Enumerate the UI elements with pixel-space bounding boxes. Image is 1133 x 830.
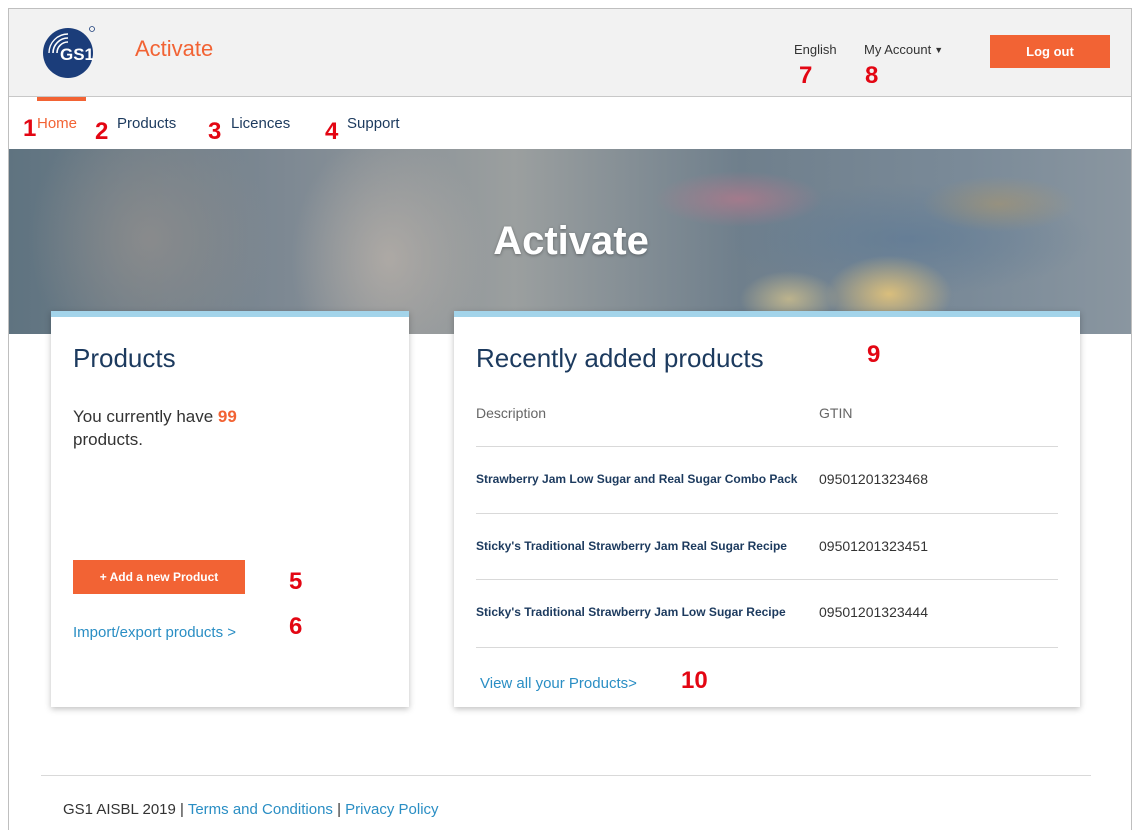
annotation-7: 7 [799, 62, 813, 89]
language-selector[interactable]: English [794, 42, 837, 57]
footer: GS1 AISBL 2019 | Terms and Conditions | … [63, 801, 439, 818]
annotation-4: 4 [325, 118, 339, 145]
nav-home[interactable]: Home [37, 115, 77, 132]
app-frame: GS1 Activate English My Account ▼ Log out… [8, 8, 1132, 830]
view-all-products-link[interactable]: View all your Products> [480, 675, 637, 692]
header: GS1 Activate English My Account ▼ Log out [9, 9, 1131, 97]
products-card-title: Products [73, 343, 176, 373]
table-divider [476, 513, 1058, 514]
products-card: Products You currently have 99 products. … [51, 311, 409, 707]
nav-products[interactable]: Products [117, 115, 176, 132]
product-row-gtin: 09501201323451 [819, 538, 929, 554]
recent-products-card: Recently added products Description GTIN… [454, 311, 1080, 707]
footer-copyright: GS1 AISBL 2019 [63, 801, 176, 818]
annotation-9: 9 [867, 341, 881, 368]
main-nav: Home Products Licences Support [9, 97, 1131, 149]
column-header-description: Description [476, 405, 547, 421]
nav-support[interactable]: Support [347, 115, 400, 132]
annotation-2: 2 [95, 118, 109, 145]
product-row-description[interactable]: Strawberry Jam Low Sugar and Real Sugar … [476, 472, 816, 486]
active-tab-indicator [37, 97, 86, 101]
terms-link[interactable]: Terms and Conditions [188, 801, 333, 818]
my-account-label: My Account [864, 42, 932, 57]
chevron-down-icon: ▼ [934, 45, 944, 55]
footer-separator: | [180, 801, 184, 818]
count-suffix: products. [73, 430, 143, 449]
app-title: Activate [135, 36, 214, 61]
annotation-8: 8 [865, 62, 879, 89]
logo-text: GS1 [60, 45, 94, 64]
gs1-logo[interactable]: GS1 [41, 24, 97, 80]
table-divider [476, 579, 1058, 580]
annotation-3: 3 [208, 118, 222, 145]
recent-products-title: Recently added products [476, 343, 764, 373]
product-count-text: You currently have 99 products. [73, 405, 373, 451]
add-product-button[interactable]: + Add a new Product [73, 560, 245, 594]
product-row-gtin: 09501201323444 [819, 604, 929, 620]
product-row-description[interactable]: Sticky's Traditional Strawberry Jam Low … [476, 605, 816, 619]
footer-divider [41, 775, 1091, 776]
nav-licences[interactable]: Licences [231, 115, 290, 132]
count-prefix: You currently have [73, 407, 214, 426]
logout-button[interactable]: Log out [990, 35, 1110, 68]
annotation-1: 1 [23, 115, 37, 142]
product-row-gtin: 09501201323468 [819, 471, 929, 487]
annotation-10: 10 [681, 667, 708, 694]
product-row-description[interactable]: Sticky's Traditional Strawberry Jam Real… [476, 539, 816, 553]
product-count: 99 [217, 407, 237, 426]
table-divider [476, 647, 1058, 648]
footer-separator: | [337, 801, 341, 818]
my-account-menu[interactable]: My Account ▼ [864, 42, 943, 57]
annotation-5: 5 [289, 568, 303, 595]
column-header-gtin: GTIN [819, 405, 853, 421]
privacy-link[interactable]: Privacy Policy [345, 801, 438, 818]
table-divider [476, 446, 1058, 447]
import-export-link[interactable]: Import/export products > [73, 624, 236, 641]
annotation-6: 6 [289, 613, 303, 640]
hero-banner: Activate [9, 149, 1131, 334]
hero-title: Activate [493, 219, 649, 263]
